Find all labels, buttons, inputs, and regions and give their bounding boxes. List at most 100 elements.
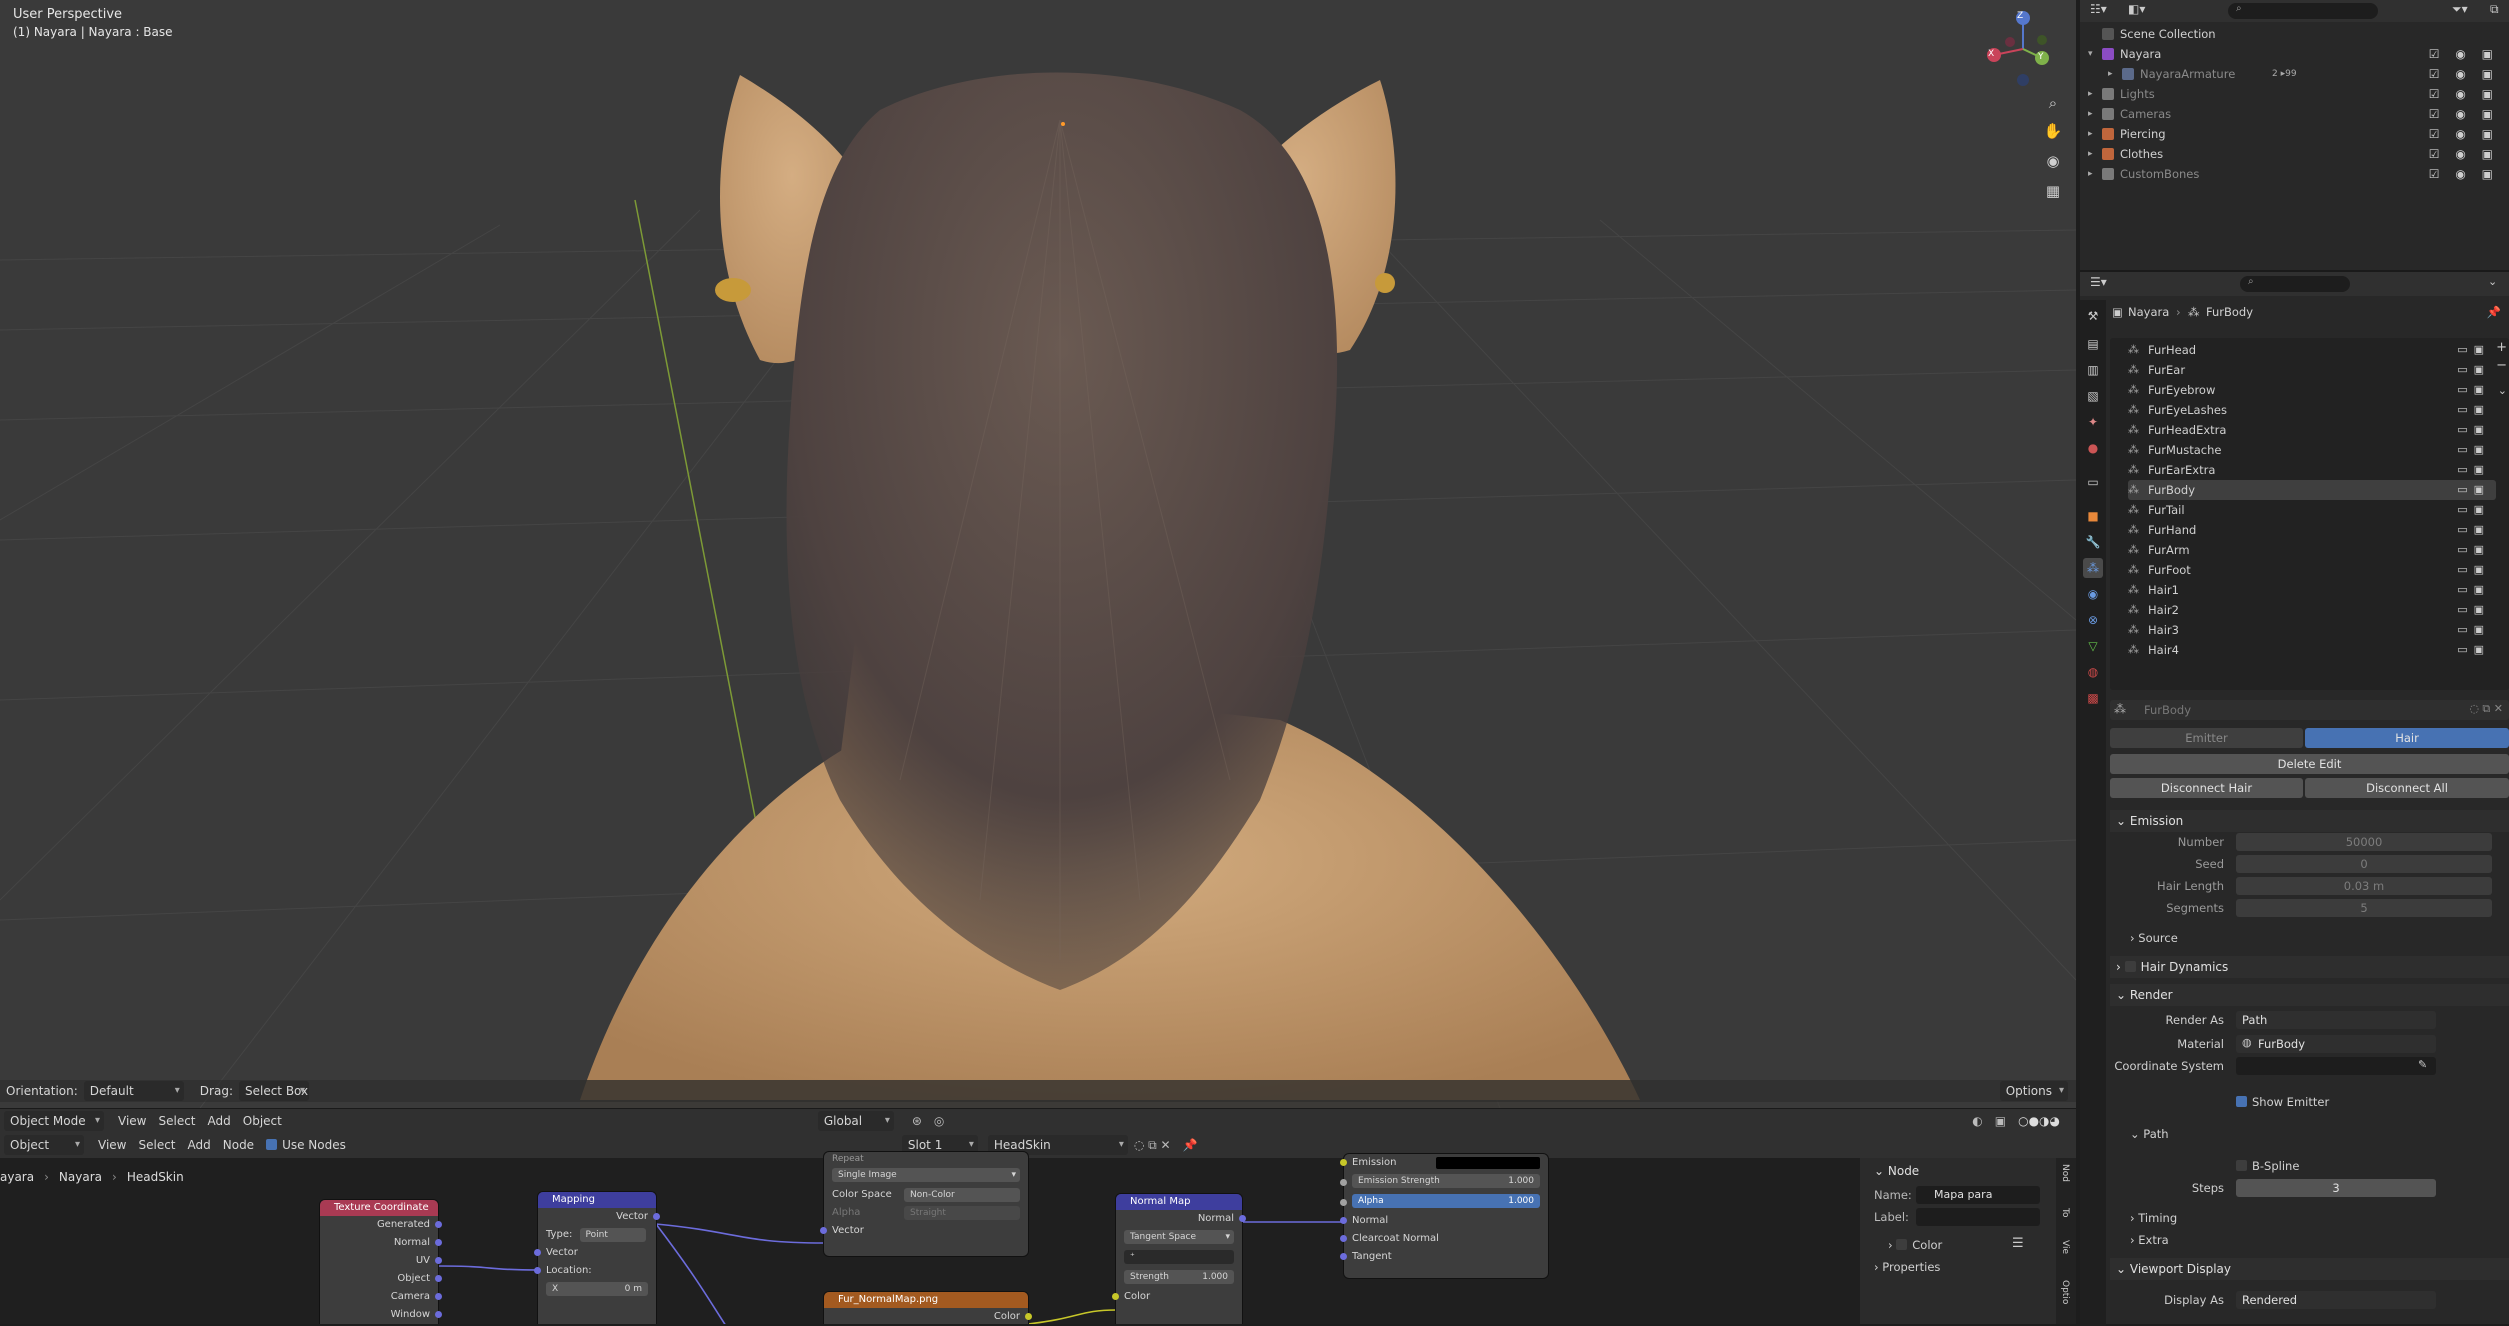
filter-icon[interactable]: ⏷▾ bbox=[2452, 2, 2468, 17]
type-hair-button[interactable]: Hair bbox=[2305, 728, 2509, 748]
visibility-toggles-icon[interactable]: ☑ ◉ ▣ bbox=[2429, 144, 2499, 164]
render-as-dropdown[interactable]: Path bbox=[2236, 1011, 2436, 1029]
hair-length-field[interactable]: 0.03 m bbox=[2236, 877, 2492, 895]
settings-actions-icon[interactable]: ◌ ⧉ ✕ bbox=[2469, 702, 2503, 716]
particle-system-item[interactable]: ⁂ FurFoot ▭▣ bbox=[2128, 560, 2496, 580]
alpha-field[interactable]: Alpha 1.000 bbox=[1352, 1194, 1540, 1208]
image-repeat[interactable]: Repeat bbox=[824, 1152, 1028, 1166]
particle-system-item[interactable]: ⁂ FurArm ▭▣ bbox=[2128, 540, 2496, 560]
outliner-item-nayara[interactable]: ▾ Nayara ☑ ◉ ▣ bbox=[2080, 44, 2509, 64]
segments-field[interactable]: 5 bbox=[2236, 899, 2492, 917]
particle-system-item[interactable]: ⁂ FurEyeLashes ▭▣ bbox=[2128, 400, 2496, 420]
image-colorspace[interactable]: Color Space Non-Color bbox=[824, 1186, 1028, 1204]
seed-field[interactable]: 0 bbox=[2236, 855, 2492, 873]
viewport-display-panel-header[interactable]: ⌄ Viewport Display bbox=[2110, 1258, 2509, 1280]
collection-tab-icon[interactable]: ▭ bbox=[2083, 472, 2103, 492]
display-render-toggles-icon[interactable]: ▭▣ bbox=[2457, 560, 2490, 580]
display-render-toggles-icon[interactable]: ▭▣ bbox=[2457, 420, 2490, 440]
display-render-toggles-icon[interactable]: ▭▣ bbox=[2457, 460, 2490, 480]
show-emitter-toggle[interactable]: Show Emitter bbox=[2236, 1092, 2476, 1112]
display-as-dropdown[interactable]: Rendered bbox=[2236, 1291, 2436, 1309]
particle-system-item[interactable]: ⁂ FurHead ▭▣ bbox=[2128, 340, 2496, 360]
display-render-toggles-icon[interactable]: ▭▣ bbox=[2457, 340, 2490, 360]
outliner-item-custombones[interactable]: ▸ CustomBones ☑ ◉ ▣ bbox=[2080, 164, 2509, 184]
particle-system-item[interactable]: ⁂ Hair2 ▭▣ bbox=[2128, 600, 2496, 620]
pin-properties-icon[interactable]: 📌 bbox=[2487, 302, 2501, 322]
data-tab-icon[interactable]: ▽ bbox=[2083, 636, 2103, 656]
tab-tool[interactable]: To bbox=[2060, 1208, 2070, 1217]
particle-system-item[interactable]: ⁂ FurHand ▭▣ bbox=[2128, 520, 2496, 540]
image-source-dropdown[interactable]: Single Image ▾ bbox=[832, 1168, 1020, 1182]
path-subpanel-header[interactable]: ⌄ Path bbox=[2110, 1124, 2509, 1144]
particle-system-item[interactable]: ⁂ FurTail ▭▣ bbox=[2128, 500, 2496, 520]
display-render-toggles-icon[interactable]: ▭▣ bbox=[2457, 400, 2490, 420]
particles-tab-icon[interactable]: ⁂ bbox=[2083, 558, 2103, 578]
hair-dynamics-panel-header[interactable]: › Hair Dynamics bbox=[2110, 956, 2509, 978]
visibility-toggles-icon[interactable]: ☑ ◉ ▣ bbox=[2429, 164, 2499, 184]
display-render-toggles-icon[interactable]: ▭▣ bbox=[2457, 520, 2490, 540]
particle-system-item[interactable]: ⁂ FurEarExtra ▭▣ bbox=[2128, 460, 2496, 480]
expand-arrow-icon[interactable]: ▸ bbox=[2088, 124, 2093, 144]
object-tab-icon[interactable]: ■ bbox=[2083, 506, 2103, 526]
visibility-toggles-icon[interactable]: ☑ ◉ ▣ bbox=[2429, 124, 2499, 144]
drag-dropdown[interactable]: Select Box bbox=[238, 1081, 309, 1101]
3d-viewport[interactable]: User Perspective (1) Nayara | Nayara : B… bbox=[0, 0, 2076, 1108]
timing-subpanel[interactable]: › Timing bbox=[2110, 1208, 2509, 1228]
expand-arrow-icon[interactable]: ▸ bbox=[2088, 144, 2093, 164]
constraints-tab-icon[interactable]: ⊗ bbox=[2083, 610, 2103, 630]
expand-arrow-icon[interactable]: ▸ bbox=[2088, 164, 2093, 184]
mapping-node[interactable]: Mapping Vector Type: Point Vector Locati… bbox=[534, 1192, 660, 1324]
menu-add[interactable]: Add bbox=[202, 1111, 237, 1131]
mapping-type[interactable]: Type: Point bbox=[538, 1226, 656, 1244]
add-system-icon[interactable]: + bbox=[2496, 340, 2507, 355]
uv-map-field[interactable]: ⁺ bbox=[1124, 1250, 1234, 1264]
orientation-dropdown[interactable]: Default bbox=[83, 1081, 184, 1101]
scene-tab-icon[interactable]: ✦ bbox=[2083, 412, 2103, 432]
alpha-dropdown[interactable]: Straight bbox=[904, 1206, 1020, 1220]
display-render-toggles-icon[interactable]: ▭▣ bbox=[2457, 440, 2490, 460]
visibility-toggles-icon[interactable]: ☑ ◉ ▣ bbox=[2429, 64, 2499, 84]
space-dropdown[interactable]: Tangent Space ▾ bbox=[1124, 1230, 1234, 1244]
particle-system-item[interactable]: ⁂ Hair4 ▭▣ bbox=[2128, 640, 2496, 660]
zoom-icon[interactable]: ⌕ bbox=[2040, 90, 2066, 116]
menu-select[interactable]: Select bbox=[152, 1111, 201, 1131]
expand-arrow-icon[interactable]: ▸ bbox=[2108, 64, 2113, 84]
snap-icon[interactable]: ⊛ bbox=[906, 1111, 928, 1131]
principled-bsdf-node[interactable]: Emission Emission Strength 1.000 Alpha 1.0… bbox=[1340, 1154, 1548, 1278]
tab-node[interactable]: Nod bbox=[2060, 1164, 2070, 1182]
display-render-toggles-icon[interactable]: ▭▣ bbox=[2457, 540, 2490, 560]
display-render-toggles-icon[interactable]: ▭▣ bbox=[2457, 500, 2490, 520]
shader-node-editor[interactable]: Object View Select Add Node Use Nodes Sl… bbox=[0, 1132, 2076, 1324]
new-collection-icon[interactable]: ⧉ bbox=[2490, 2, 2499, 17]
display-render-toggles-icon[interactable]: ▭▣ bbox=[2457, 640, 2490, 660]
delete-edit-button[interactable]: Delete Edit bbox=[2110, 754, 2509, 774]
visibility-toggles-icon[interactable]: ☑ ◉ ▣ bbox=[2429, 84, 2499, 104]
tab-view[interactable]: Vie bbox=[2060, 1240, 2070, 1254]
editor-type-icon[interactable]: ☷▾ bbox=[2090, 2, 2107, 16]
list-specials-icon[interactable]: ⌄ bbox=[2498, 384, 2507, 397]
menu-view[interactable]: View bbox=[112, 1111, 152, 1131]
image-alpha[interactable]: Alpha Straight bbox=[824, 1204, 1028, 1222]
colorspace-dropdown[interactable]: Non-Color bbox=[904, 1188, 1020, 1202]
outliner-item-clothes[interactable]: ▸ Clothes ☑ ◉ ▣ bbox=[2080, 144, 2509, 164]
particle-system-item[interactable]: ⁂ Hair3 ▭▣ bbox=[2128, 620, 2496, 640]
node-color-toggle[interactable]: › Color bbox=[1888, 1238, 1942, 1252]
tool-tab-icon[interactable]: ⚒ bbox=[2083, 306, 2103, 326]
coordinate-system-field[interactable] bbox=[2236, 1057, 2436, 1075]
particle-system-item[interactable]: ⁂ FurMustache ▭▣ bbox=[2128, 440, 2496, 460]
physics-tab-icon[interactable]: ◉ bbox=[2083, 584, 2103, 604]
display-render-toggles-icon[interactable]: ▭▣ bbox=[2457, 620, 2490, 640]
perspective-grid-icon[interactable]: ▦ bbox=[2040, 178, 2066, 204]
color-list-icon[interactable]: ☰ bbox=[2012, 1236, 2024, 1251]
shading-modes-icon[interactable]: ○●◑◕ bbox=[2012, 1111, 2066, 1131]
extra-subpanel[interactable]: › Extra bbox=[2110, 1230, 2509, 1250]
camera-view-icon[interactable]: ◉ bbox=[2040, 148, 2066, 174]
texture-coordinate-node[interactable]: Texture Coordinate Generated Normal UV O… bbox=[320, 1200, 442, 1324]
socket-emission[interactable]: Emission bbox=[1340, 1154, 1548, 1172]
particle-system-item[interactable]: ⁂ FurEar ▭▣ bbox=[2128, 360, 2496, 380]
outliner[interactable]: ☷▾ ◧▾ ⌕ ⏷▾ ⧉ Scene Collection ▾ Nayara ☑ ◉… bbox=[2080, 0, 2509, 270]
particle-system-item[interactable]: ⁂ FurHeadExtra ▭▣ bbox=[2128, 420, 2496, 440]
particle-settings-name[interactable]: FurBody bbox=[2110, 700, 2509, 720]
image-texture-node[interactable]: Repeat Single Image ▾ Color Space Non-Colo… bbox=[820, 1152, 1028, 1256]
properties-editor[interactable]: ☰▾ ⌕ ⌄ ⚒ ▤ ▥ ▧ ✦ ● ▭ ■ 🔧 ⁂ ◉ ⊗ ▽ ◍ ▩ ▣ N… bbox=[2080, 270, 2509, 1326]
